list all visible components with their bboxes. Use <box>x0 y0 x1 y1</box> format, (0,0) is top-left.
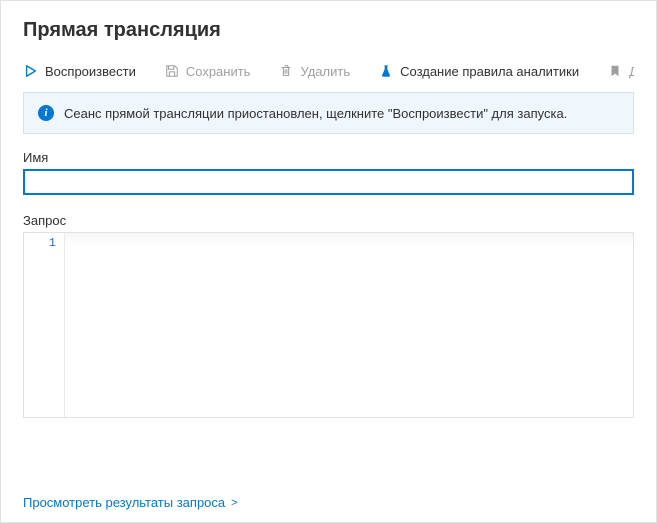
create-rule-button[interactable]: Создание правила аналитики <box>378 63 579 79</box>
query-editor[interactable]: 1 <box>23 232 634 418</box>
save-icon <box>164 63 180 79</box>
toolbar: Воспроизвести Сохранить Удалить Создание… <box>23 62 634 80</box>
play-button[interactable]: Воспроизвести <box>23 63 136 79</box>
bookmark-icon <box>607 63 623 79</box>
view-results-label: Просмотреть результаты запроса <box>23 495 225 510</box>
create-rule-label: Создание правила аналитики <box>400 64 579 79</box>
save-button[interactable]: Сохранить <box>164 63 251 79</box>
trash-icon <box>278 63 294 79</box>
delete-label: Удалить <box>300 64 350 79</box>
name-field-label: Имя <box>23 150 634 165</box>
play-icon <box>23 63 39 79</box>
page-title: Прямая трансляция <box>23 19 634 42</box>
line-number: 1 <box>28 236 56 250</box>
add-button[interactable]: Доба <box>607 63 634 79</box>
info-banner: i Сеанс прямой трансляции приостановлен,… <box>23 92 634 134</box>
query-field-label: Запрос <box>23 213 634 228</box>
info-icon: i <box>38 105 54 121</box>
name-input[interactable] <box>23 169 634 195</box>
add-label: Доба <box>629 64 634 79</box>
chevron-right-icon: > <box>231 497 237 509</box>
flask-icon <box>378 63 394 79</box>
info-message: Сеанс прямой трансляции приостановлен, щ… <box>64 106 567 121</box>
editor-gutter: 1 <box>24 233 64 417</box>
code-area[interactable] <box>64 233 633 417</box>
delete-button[interactable]: Удалить <box>278 63 350 79</box>
view-results-link[interactable]: Просмотреть результаты запроса > <box>23 495 634 510</box>
play-label: Воспроизвести <box>45 64 136 79</box>
save-label: Сохранить <box>186 64 251 79</box>
